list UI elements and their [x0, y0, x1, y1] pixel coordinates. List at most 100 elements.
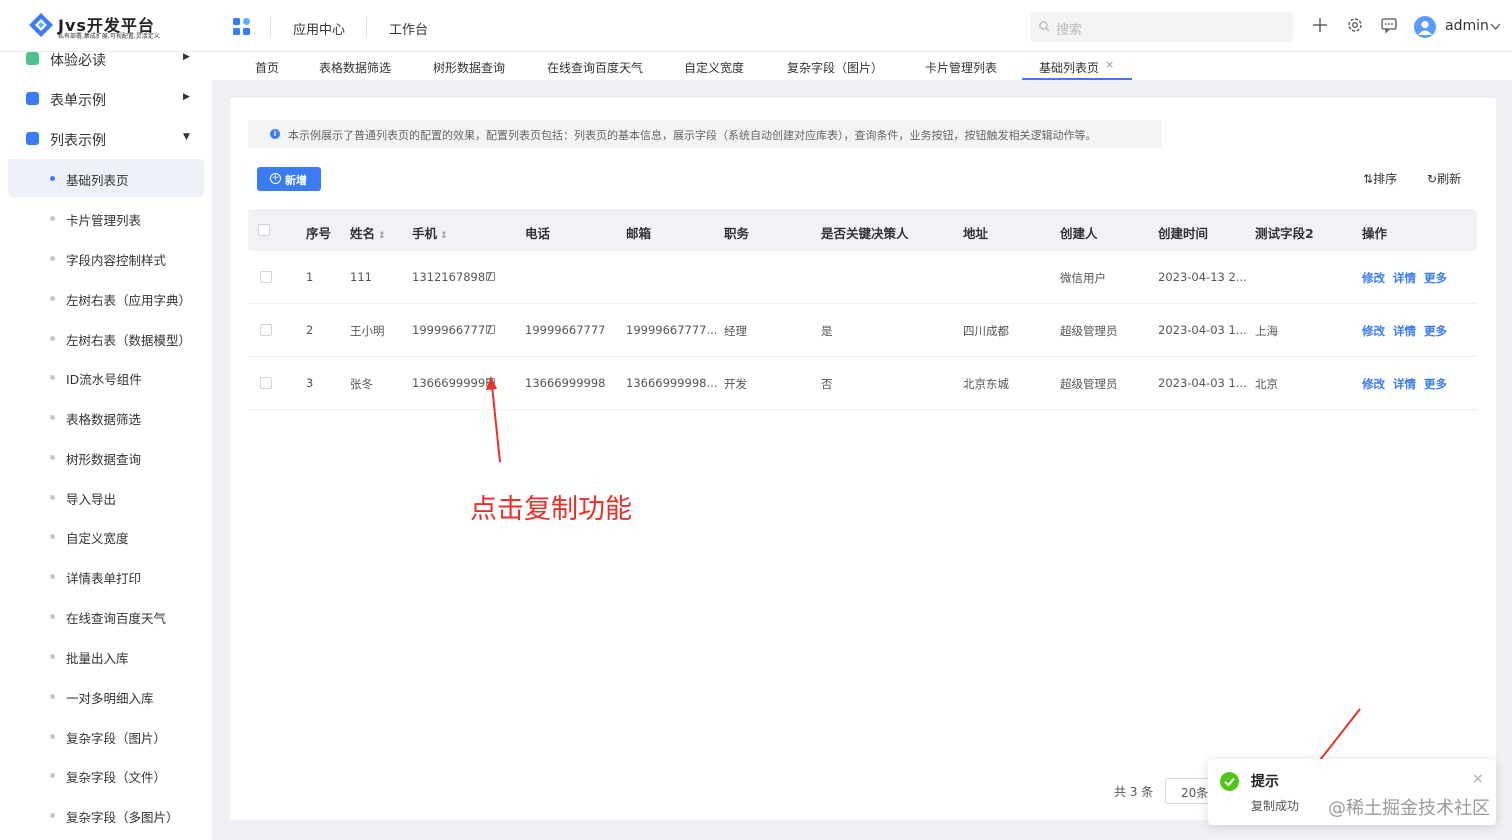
sidebar-item[interactable]: 复杂字段（多图片） — [8, 796, 204, 834]
form-icon — [26, 92, 39, 105]
sidebar-item[interactable]: 左树右表（应用字典） — [8, 279, 204, 317]
detail-link[interactable]: 详情 — [1393, 270, 1416, 286]
main-panel: i 本示例展示了普通列表页的配置的效果，配置列表页包括：列表页的基本信息，展示字… — [230, 98, 1496, 820]
tab-basic-list[interactable]: 基础列表页 — [1039, 59, 1099, 76]
detail-link[interactable]: 详情 — [1393, 323, 1416, 339]
page-size-value: 20条 — [1181, 786, 1209, 800]
cell-creator: 超级管理员 — [1060, 324, 1118, 338]
add-button[interactable]: + 新增 — [257, 167, 321, 191]
col-actions: 操作 — [1362, 226, 1388, 241]
sidebar-item-label: 一对多明细入库 — [66, 691, 154, 706]
check-circle-icon — [1220, 772, 1239, 791]
cell-key-decision: 否 — [821, 377, 833, 391]
logo-subtitle: 私有部署,集成扩展,可视配置,灵活定义 — [58, 33, 160, 40]
gear-icon[interactable] — [1346, 16, 1364, 34]
cell-created-time: 2023-04-13 2... — [1158, 270, 1247, 284]
sidebar-item[interactable]: 导入导出 — [8, 478, 204, 516]
caret-right-icon: ▶ — [183, 52, 190, 62]
more-link[interactable]: 更多 — [1424, 323, 1447, 339]
avatar[interactable] — [1414, 16, 1436, 38]
search-input[interactable]: 搜索 — [1030, 12, 1293, 42]
tab-table-filter[interactable]: 表格数据筛选 — [319, 59, 391, 76]
copy-icon[interactable] — [486, 378, 495, 387]
sidebar-item[interactable]: 卡片管理列表 — [8, 199, 204, 237]
bullet — [50, 614, 55, 619]
refresh-button[interactable]: ↻刷新 — [1427, 170, 1461, 187]
bullet — [50, 534, 55, 539]
tab-home[interactable]: 首页 — [255, 59, 279, 76]
tab-card-list[interactable]: 卡片管理列表 — [925, 59, 997, 76]
sidebar-group-form-examples[interactable]: 表单示例 ▶ — [0, 79, 212, 119]
list-icon — [26, 132, 39, 145]
edit-link[interactable]: 修改 — [1362, 270, 1385, 286]
copy-icon[interactable] — [486, 272, 495, 281]
sidebar-group-list-examples[interactable]: 列表示例 ▼ — [0, 119, 212, 159]
tab-tree-query[interactable]: 树形数据查询 — [433, 59, 505, 76]
sidebar-item[interactable]: 在线查询百度天气 — [8, 597, 204, 635]
row-checkbox[interactable] — [260, 271, 272, 283]
caret-down-icon: ▼ — [183, 132, 190, 142]
nav-workbench[interactable]: 工作台 — [389, 19, 428, 38]
plus-icon[interactable] — [1311, 16, 1329, 34]
sidebar-item-label: 自定义宽度 — [66, 531, 129, 546]
user-name[interactable]: admin — [1445, 18, 1489, 34]
table-header: 序号 姓名 ⇕ 手机 ⇕ 电话 邮箱 职务 是否关键决策人 地址 创建人 创建时… — [248, 209, 1477, 251]
sort-button[interactable]: ⇅排序 — [1363, 170, 1397, 187]
col-name-label: 姓名 — [350, 226, 376, 241]
tab-weather[interactable]: 在线查询百度天气 — [547, 59, 643, 76]
app-grid-icon[interactable] — [233, 18, 250, 35]
chevron-down-icon[interactable] — [1490, 23, 1501, 31]
sort-icon: ⇅ — [1363, 172, 1374, 186]
sidebar-item[interactable]: ID流水号组件 — [8, 358, 204, 396]
sidebar-item[interactable]: 复杂字段（图片） — [8, 717, 204, 755]
more-link[interactable]: 更多 — [1424, 376, 1447, 392]
sort-caret-icon: ⇕ — [375, 231, 386, 241]
tab-custom-width[interactable]: 自定义宽度 — [684, 59, 744, 76]
sidebar-item[interactable]: 表格数据筛选 — [8, 398, 204, 436]
row-checkbox[interactable] — [260, 324, 272, 336]
more-link[interactable]: 更多 — [1424, 270, 1447, 286]
tab-close-icon[interactable]: × — [1105, 58, 1114, 71]
sidebar-item[interactable]: 一对多明细入库 — [8, 677, 204, 715]
col-email: 邮箱 — [626, 226, 652, 241]
sidebar-item[interactable]: 自定义宽度 — [8, 517, 204, 555]
bullet — [50, 495, 55, 500]
sidebar-item[interactable]: 树形数据查询 — [8, 438, 204, 476]
sidebar-group-label: 体验必读 — [50, 53, 106, 69]
detail-link[interactable]: 详情 — [1393, 376, 1416, 392]
bullet — [50, 654, 55, 659]
edit-link[interactable]: 修改 — [1362, 323, 1385, 339]
sidebar-item-label: 导入导出 — [66, 492, 117, 507]
nav-app-center[interactable]: 应用中心 — [293, 19, 345, 38]
edit-link[interactable]: 修改 — [1362, 376, 1385, 392]
top-header: Jvs开发平台 私有部署,集成扩展,可视配置,灵活定义 应用中心 工作台 搜索 … — [0, 0, 1512, 52]
search-placeholder: 搜索 — [1056, 23, 1083, 38]
logo[interactable]: Jvs开发平台 私有部署,集成扩展,可视配置,灵活定义 — [28, 12, 188, 40]
sidebar-item-label: ID流水号组件 — [66, 372, 142, 387]
copy-icon[interactable] — [486, 325, 495, 334]
caret-right-icon: ▶ — [183, 92, 190, 102]
sidebar-item[interactable]: 复杂字段（文件） — [8, 756, 204, 794]
col-phone: 电话 — [525, 226, 551, 241]
row-checkbox[interactable] — [260, 377, 272, 389]
pagination-total: 共 3 条 — [1114, 785, 1154, 799]
sidebar-item[interactable]: 字段内容控制样式 — [8, 239, 204, 277]
bullet — [50, 256, 55, 261]
select-all-checkbox[interactable] — [258, 224, 270, 236]
notice-text: 本示例展示了普通列表页的配置的效果，配置列表页包括：列表页的基本信息，展示字段（… — [288, 129, 1097, 142]
sidebar-item[interactable]: 左树右表（数据模型） — [8, 319, 204, 357]
sidebar-item-label: 左树右表（应用字典） — [66, 293, 192, 308]
sidebar-item-label: 树形数据查询 — [66, 452, 142, 467]
close-icon[interactable]: × — [1472, 771, 1484, 787]
col-name[interactable]: 姓名 ⇕ — [350, 223, 386, 242]
sidebar-item[interactable]: 详情表单打印 — [8, 557, 204, 595]
sidebar-group-guide[interactable]: 体验必读 ▶ — [0, 52, 212, 79]
sidebar-item[interactable]: 批量出入库 — [8, 637, 204, 675]
tab-complex-image[interactable]: 复杂字段（图片） — [787, 59, 883, 76]
info-notice: i 本示例展示了普通列表页的配置的效果，配置列表页包括：列表页的基本信息，展示字… — [248, 120, 1162, 148]
sidebar-item-label: 复杂字段（文件） — [66, 770, 167, 785]
sidebar-item-basic-list[interactable]: 基础列表页 — [8, 159, 204, 197]
col-address: 地址 — [963, 226, 989, 241]
message-icon[interactable] — [1380, 16, 1398, 34]
col-mobile[interactable]: 手机 ⇕ — [412, 223, 448, 242]
